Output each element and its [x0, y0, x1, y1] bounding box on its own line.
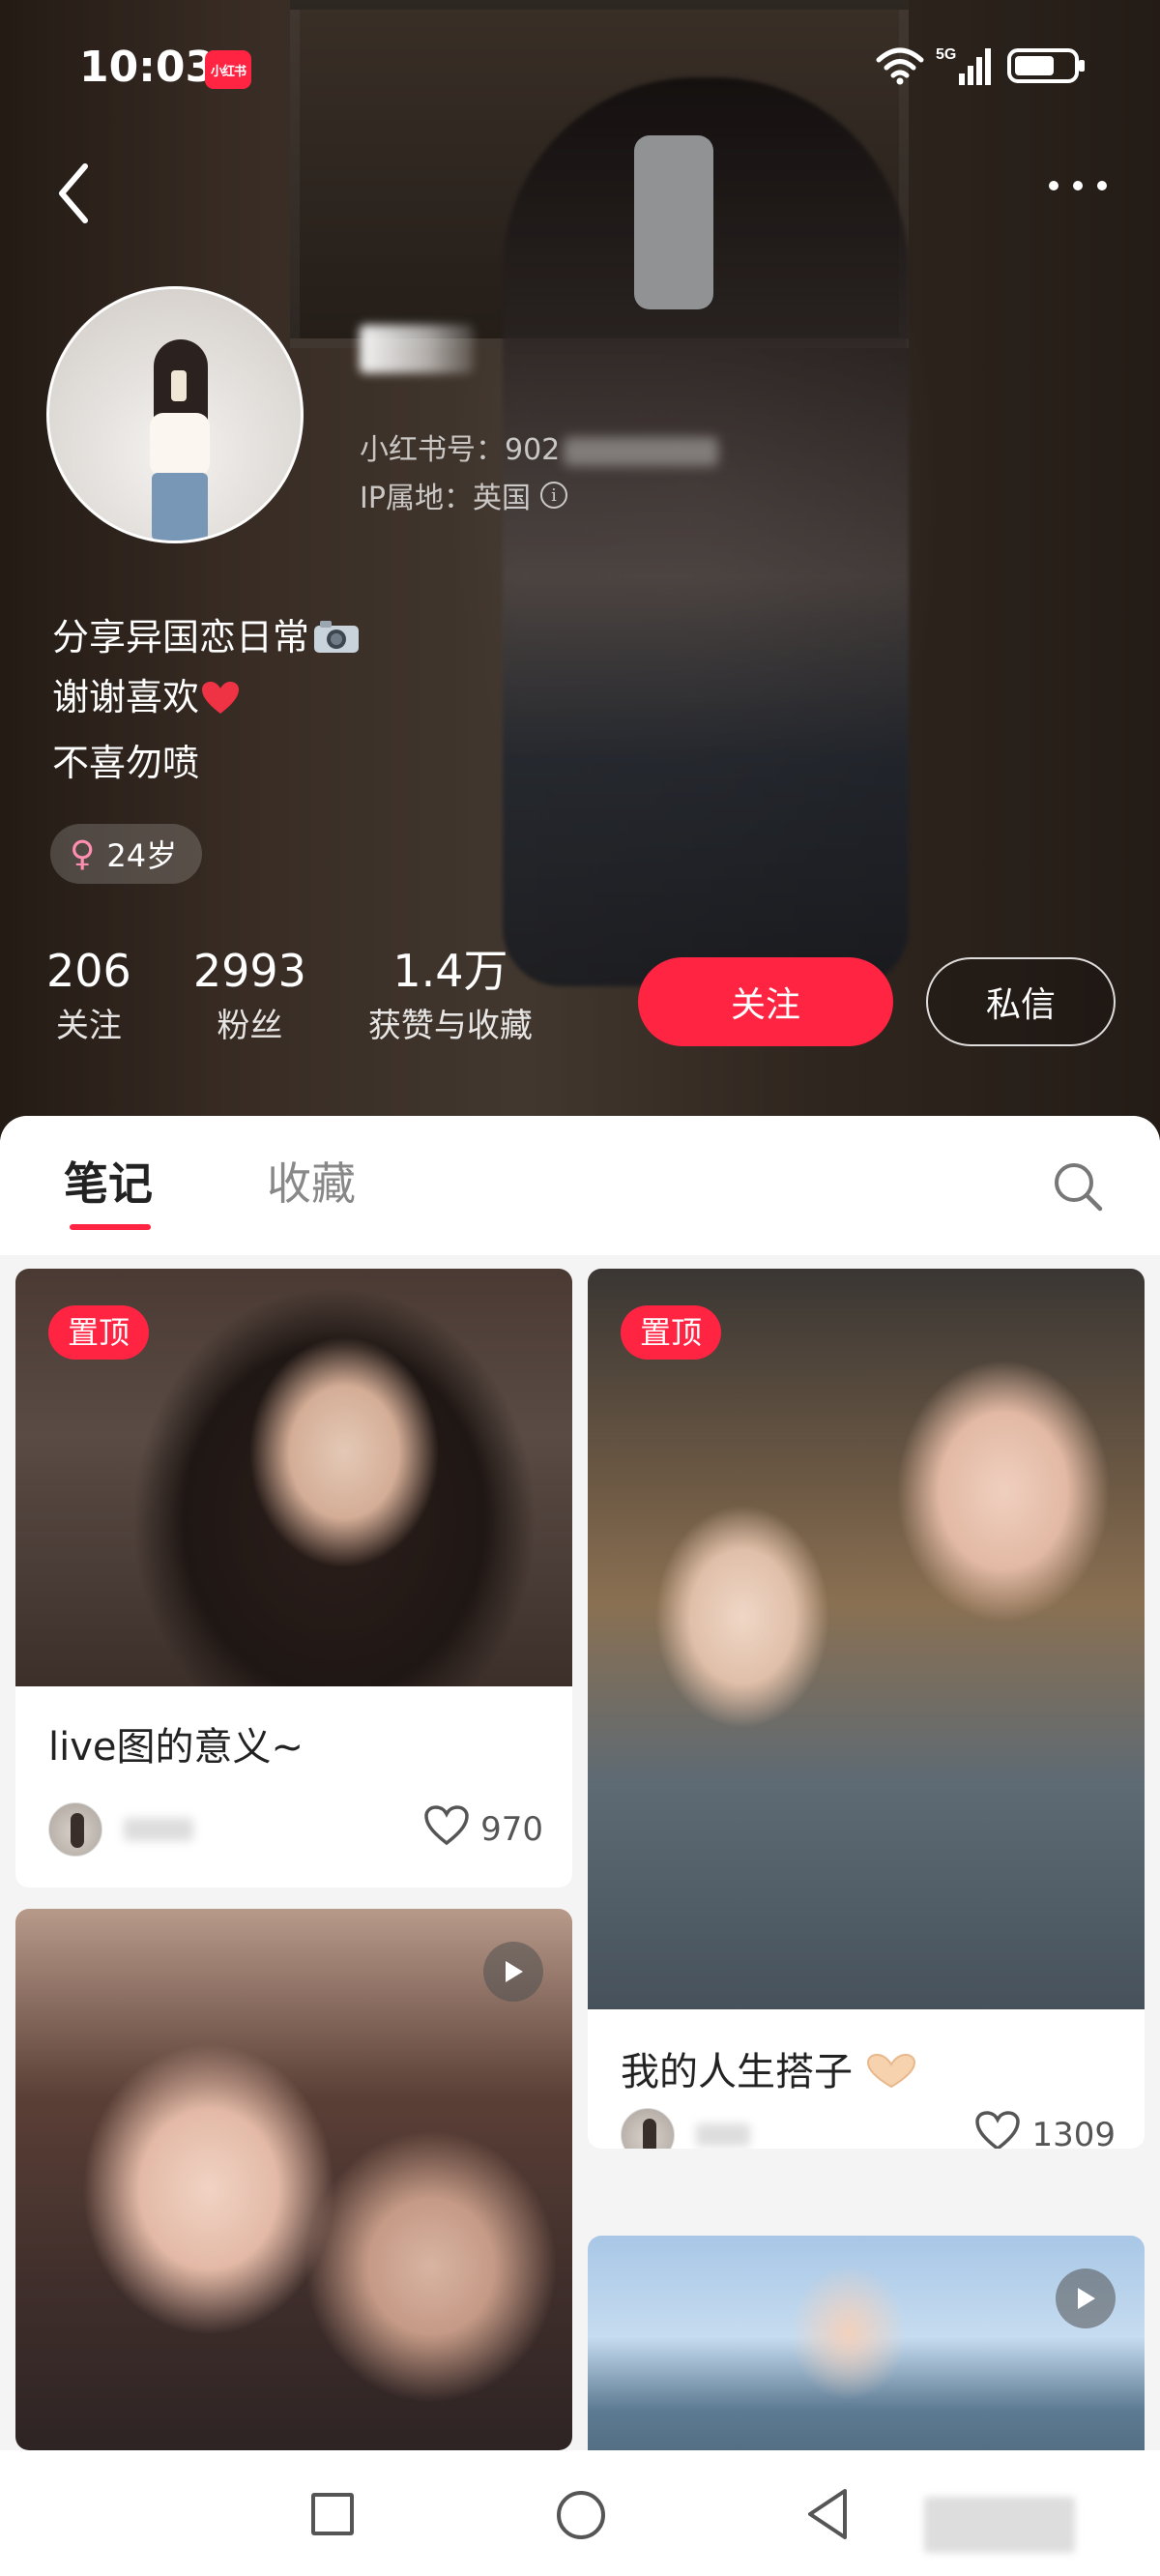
author-name-blur	[124, 1818, 193, 1841]
status-icons: 5G	[876, 44, 1087, 87]
video-play-icon	[1056, 2269, 1116, 2328]
nav-home-icon[interactable]	[557, 2491, 605, 2539]
tab-notes[interactable]: 笔记	[64, 1149, 153, 1213]
nav-back-icon[interactable]	[804, 2487, 853, 2545]
note-meta: 1309	[621, 2108, 1116, 2149]
avatar-top	[150, 413, 210, 477]
note-meta: 970	[48, 1802, 543, 1857]
like-heart-icon	[975, 2110, 1021, 2149]
like-heart-icon	[424, 1804, 469, 1855]
network-label: 5G	[936, 46, 956, 63]
stat-label: 关注	[55, 1007, 122, 1045]
note-card[interactable]: 置顶 我的人生搭子 1309	[588, 1269, 1145, 2149]
app-badge: 小红书	[205, 50, 251, 89]
nav-watermark-blur	[924, 2497, 1075, 2553]
author-name-blur	[696, 2123, 750, 2147]
note-card[interactable]: 置顶 live图的意义~ 970	[15, 1269, 572, 1888]
stat-value: 1.4万	[392, 945, 508, 997]
nav-recent-icon[interactable]	[311, 2493, 354, 2535]
tab-collections[interactable]: 收藏	[267, 1149, 356, 1213]
age-tag: ♀ 24岁	[50, 824, 203, 884]
ip-value: 英国	[472, 482, 531, 515]
status-time: 10:03	[79, 43, 216, 92]
like-count: 1309	[1031, 2116, 1116, 2149]
stat-likes-collects[interactable]: 1.4万 获赞与收藏	[368, 944, 533, 1050]
tab-active-indicator	[70, 1224, 151, 1230]
bio-line-2: 谢谢喜欢	[52, 667, 360, 733]
age-label: 24岁	[106, 837, 178, 874]
female-icon: ♀	[70, 834, 96, 874]
more-icon[interactable]	[1044, 174, 1112, 203]
profile-bio: 分享异国恋日常 谢谢喜欢 不喜勿喷	[52, 607, 360, 793]
stat-value: 206	[46, 945, 131, 997]
bio-line-3: 不喜勿喷	[52, 742, 200, 784]
note-card[interactable]	[588, 2236, 1145, 2450]
tab-bar: 笔记 收藏	[0, 1116, 1160, 1255]
heart-hands-icon	[853, 2050, 917, 2094]
ip-location-line: IP属地：英国 i	[360, 474, 567, 516]
user-id-blur	[564, 436, 719, 466]
stat-followers[interactable]: 2993 粉丝	[193, 944, 306, 1050]
avatar-jeans	[152, 473, 208, 541]
video-play-icon	[483, 1942, 543, 2002]
profile-stats: 206 关注 2993 粉丝 1.4万 获赞与收藏	[46, 944, 594, 1050]
info-icon[interactable]: i	[539, 482, 567, 509]
back-arrow-icon[interactable]	[48, 155, 106, 232]
stat-label: 获赞与收藏	[367, 1007, 533, 1045]
user-id-line: 小红书号：902	[360, 425, 719, 468]
wifi-icon	[876, 46, 924, 85]
stat-value: 2993	[192, 945, 306, 997]
note-cover-image	[588, 2236, 1145, 2450]
like-button[interactable]: 1309	[975, 2110, 1116, 2149]
pinned-badge: 置顶	[48, 1305, 150, 1360]
user-id-label: 小红书号：	[360, 433, 505, 467]
ip-label: IP属地：	[360, 482, 473, 515]
message-button[interactable]: 私信	[926, 957, 1116, 1046]
battery-icon	[1007, 46, 1087, 85]
username: A	[360, 317, 398, 375]
stat-label: 粉丝	[217, 1007, 283, 1045]
search-icon[interactable]	[1052, 1160, 1104, 1216]
note-cover-image	[588, 1269, 1145, 2009]
avatar-phone	[171, 370, 187, 401]
pinned-badge: 置顶	[621, 1305, 722, 1360]
status-bar: 10:03 小红书 5G	[0, 35, 1160, 102]
content-panel: 笔记 收藏 置顶 live图的意义~ 970 置顶 我的人生搭子 1309	[0, 1116, 1160, 2450]
user-id-value: 902	[505, 433, 561, 467]
system-nav-bar	[0, 2450, 1160, 2576]
like-count: 970	[480, 1810, 543, 1849]
profile-avatar[interactable]	[46, 286, 304, 543]
signal-icon: 5G	[936, 44, 996, 87]
like-button[interactable]: 970	[424, 1804, 543, 1855]
follow-button[interactable]: 关注	[638, 957, 893, 1046]
author-avatar[interactable]	[48, 1802, 102, 1857]
heart-icon	[201, 673, 240, 733]
note-card[interactable]	[15, 1909, 572, 2450]
note-title: 我的人生搭子	[621, 2040, 917, 2096]
bio-line-1: 分享异国恋日常	[52, 607, 360, 667]
camera-icon	[313, 611, 360, 653]
author-avatar[interactable]	[621, 2108, 675, 2149]
note-title: live图的意义~	[48, 1725, 304, 1770]
stat-following[interactable]: 206 关注	[46, 944, 131, 1050]
